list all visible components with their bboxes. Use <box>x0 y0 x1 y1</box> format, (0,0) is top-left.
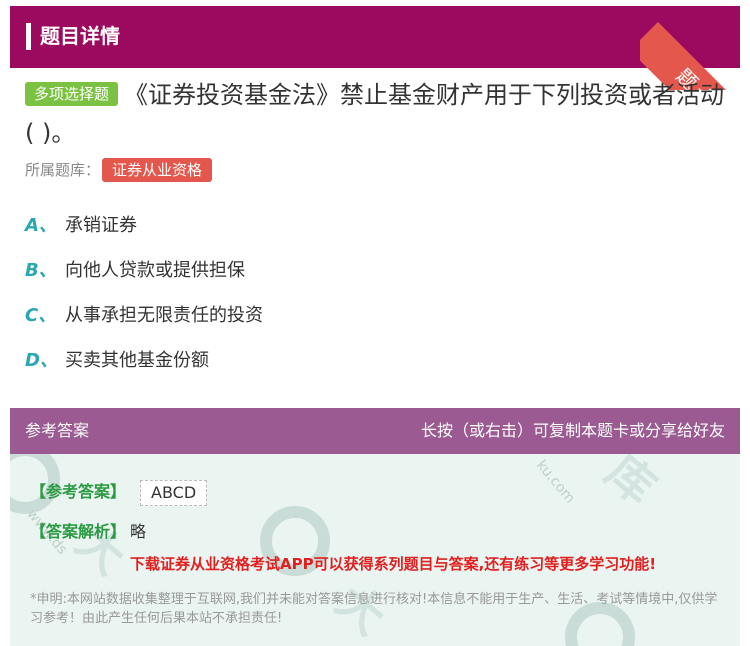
header-accent-bar <box>26 23 31 50</box>
question-stem: 多项选择题 《证券投资基金法》禁止基金财产用于下列投资或者活动( )。 <box>25 76 725 152</box>
page-header: 题目详情 <box>10 6 740 68</box>
option-letter: D、 <box>25 350 58 371</box>
option-letter: B、 <box>25 260 57 281</box>
answer-value: ABCD <box>140 480 208 506</box>
answer-section-body: 大 大 库 ku.com www.ds 【参考答案】 ABCD 【答案解析】 略… <box>10 454 740 646</box>
question-bank: 所属题库： 证券从业资格 <box>25 158 213 182</box>
option-text: 从事承担无限责任的投资 <box>65 305 263 326</box>
question-text: 《证券投资基金法》禁止基金财产用于下列投资或者活动( )。 <box>25 81 725 147</box>
answer-section-header: 参考答案 长按（或右击）可复制本题卡或分享给好友 <box>10 408 740 454</box>
option-text: 承销证券 <box>65 215 137 236</box>
app-download-promo[interactable]: 下载证券从业资格考试APP可以获得系列题目与答案,还有练习等更多学习功能! <box>130 552 656 576</box>
question-type-badge: 多项选择题 <box>25 82 119 106</box>
option-letter: C、 <box>25 305 57 326</box>
option-b[interactable]: B、 向他人贷款或提供担保 <box>25 256 263 301</box>
disclaimer-text: *申明:本网站数据收集整理于互联网,我们并未能对答案信息进行核对!本信息不能用于… <box>30 592 718 626</box>
bank-label: 所属题库： <box>25 161 101 179</box>
analysis-value: 略 <box>130 522 147 541</box>
watermark-glyph: 库 <box>596 454 667 515</box>
bank-badge[interactable]: 证券从业资格 <box>102 158 213 182</box>
watermark-text: ku.com <box>532 457 578 507</box>
option-text: 买卖其他基金份额 <box>65 350 209 371</box>
answer-label: 【参考答案】 <box>30 482 127 501</box>
option-letter: A、 <box>25 215 57 236</box>
option-a[interactable]: A、 承销证券 <box>25 211 263 256</box>
answer-section-title: 参考答案 <box>25 421 90 440</box>
option-text: 向他人贷款或提供担保 <box>65 260 245 281</box>
share-hint: 长按（或右击）可复制本题卡或分享给好友 <box>420 421 725 440</box>
option-d[interactable]: D、 买卖其他基金份额 <box>25 346 263 391</box>
analysis-label: 【答案解析】 <box>30 522 127 541</box>
page-title: 题目详情 <box>40 24 120 48</box>
option-c[interactable]: C、 从事承担无限责任的投资 <box>25 301 263 346</box>
option-list: A、 承销证券 B、 向他人贷款或提供担保 C、 从事承担无限责任的投资 D、 买卖其他… <box>25 211 263 391</box>
